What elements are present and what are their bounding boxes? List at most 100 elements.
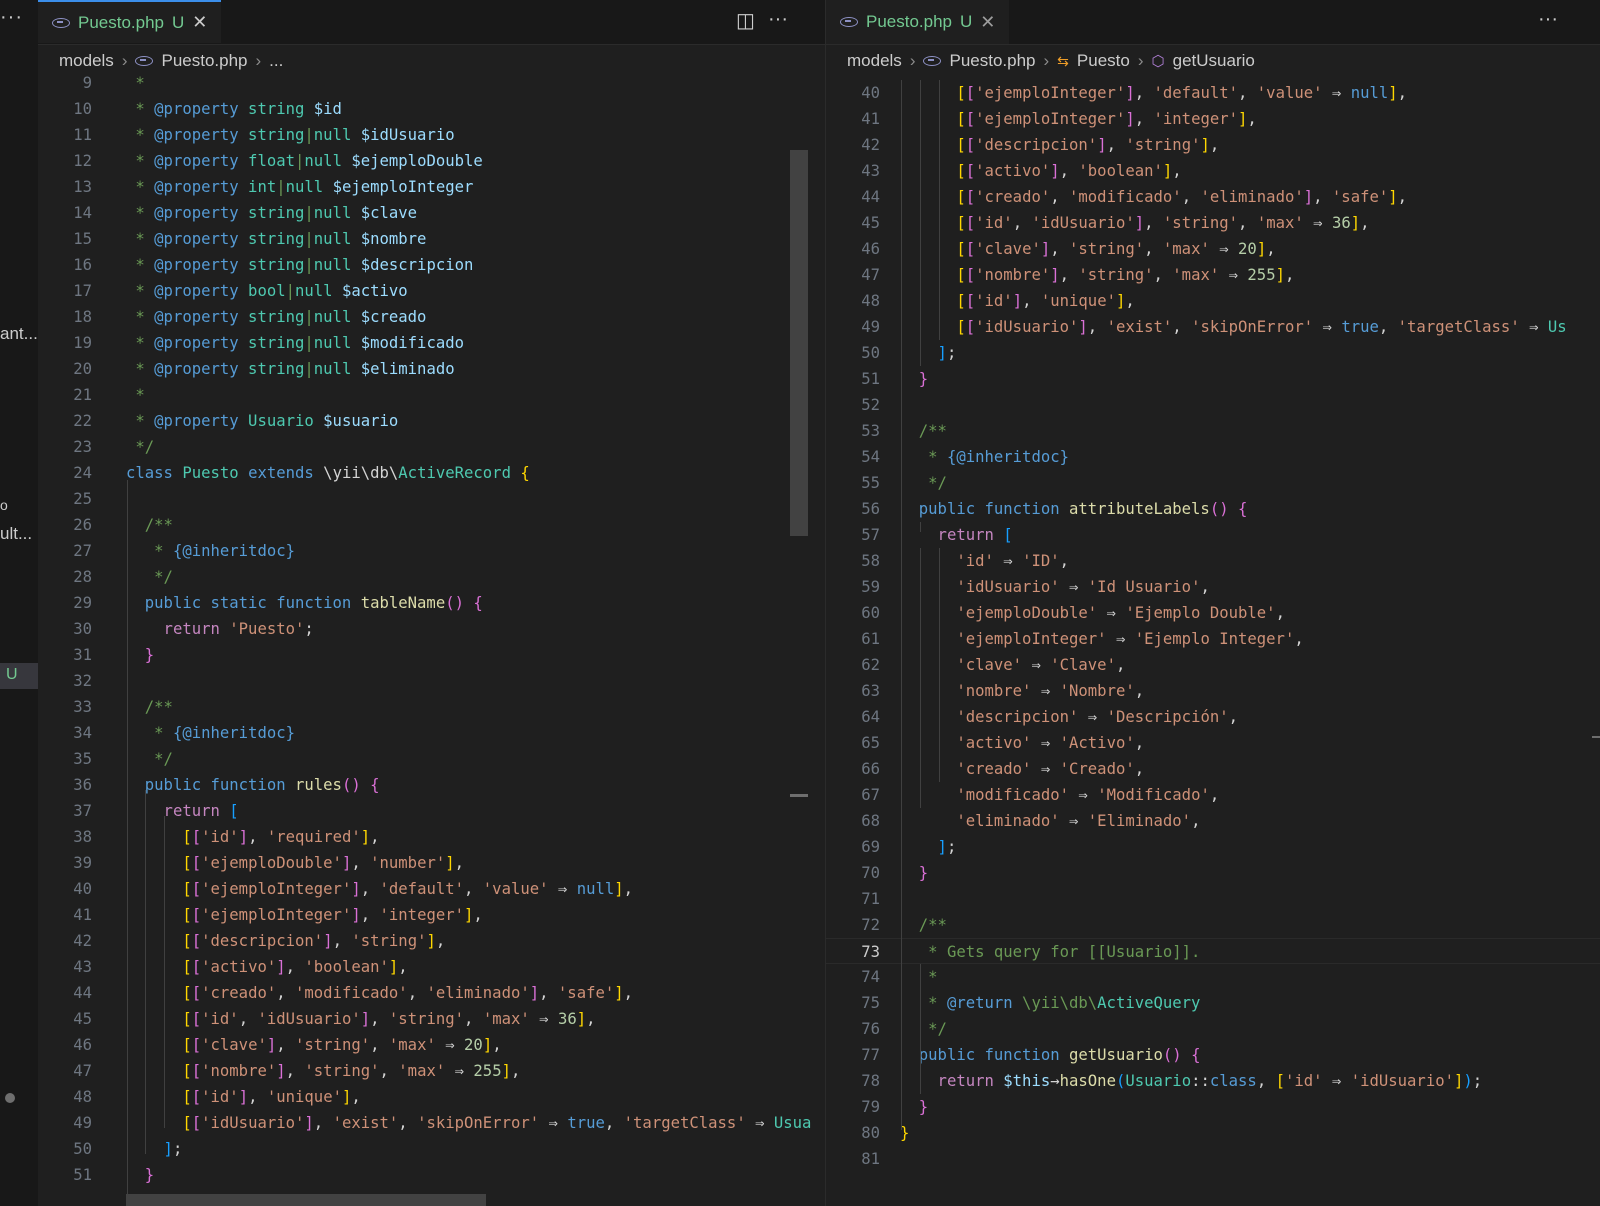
code-line[interactable]: 15 * @property string|null $nombre: [38, 226, 825, 252]
code-line[interactable]: 52: [826, 392, 1600, 418]
code-line[interactable]: 42 [['descripcion'], 'string'],: [826, 132, 1600, 158]
code-line[interactable]: 66 'creado' ⇒ 'Creado',: [826, 756, 1600, 782]
code-line[interactable]: 73 * Gets query for [[Usuario]].: [826, 938, 1600, 964]
code-line[interactable]: 59 'idUsuario' ⇒ 'Id Usuario',: [826, 574, 1600, 600]
code-line[interactable]: 49 [['idUsuario'], 'exist', 'skipOnError…: [38, 1110, 825, 1136]
code-line[interactable]: 46 [['clave'], 'string', 'max' ⇒ 20],: [826, 236, 1600, 262]
code-line[interactable]: 37 return [: [38, 798, 825, 824]
code-line[interactable]: 67 'modificado' ⇒ 'Modificado',: [826, 782, 1600, 808]
code-line[interactable]: 69 ];: [826, 834, 1600, 860]
code-line[interactable]: 74 *: [826, 964, 1600, 990]
code-line[interactable]: 50 ];: [826, 340, 1600, 366]
code-line[interactable]: 32: [38, 668, 825, 694]
code-line[interactable]: 58 'id' ⇒ 'ID',: [826, 548, 1600, 574]
code-line[interactable]: 24 class Puesto extends \yii\db\ActiveRec…: [38, 460, 825, 486]
code-area[interactable]: 40 [['ejemploInteger'], 'default', 'valu…: [826, 80, 1600, 1206]
code-line[interactable]: 55 */: [826, 470, 1600, 496]
code-line[interactable]: 31 }: [38, 642, 825, 668]
code-line[interactable]: 71: [826, 886, 1600, 912]
code-line[interactable]: 23 */: [38, 434, 825, 460]
code-line[interactable]: 22 * @property Usuario $usuario: [38, 408, 825, 434]
code-line[interactable]: 41 [['ejemploInteger'], 'integer'],: [826, 106, 1600, 132]
explorer-item-fragment[interactable]: ant...: [0, 324, 38, 344]
close-icon[interactable]: ✕: [192, 12, 207, 33]
code-line[interactable]: 42 [['descripcion'], 'string'],: [38, 928, 825, 954]
vertical-scrollbar-thumb[interactable]: [790, 150, 808, 536]
code-line[interactable]: 77 public function getUsuario() {: [826, 1042, 1600, 1068]
code-line[interactable]: 40 [['ejemploInteger'], 'default', 'valu…: [826, 80, 1600, 106]
code-line[interactable]: 13 * @property int|null $ejemploInteger: [38, 174, 825, 200]
code-line[interactable]: 41 [['ejemploInteger'], 'integer'],: [38, 902, 825, 928]
code-line[interactable]: 46 [['clave'], 'string', 'max' ⇒ 20],: [38, 1032, 825, 1058]
code-line[interactable]: 54 * {@inheritdoc}: [826, 444, 1600, 470]
code-line[interactable]: 81: [826, 1146, 1600, 1172]
code-line[interactable]: 26 /**: [38, 512, 825, 538]
code-line[interactable]: 57 return [: [826, 522, 1600, 548]
code-line[interactable]: 38 [['id'], 'required'],: [38, 824, 825, 850]
breadcrumb-file[interactable]: Puesto.php: [949, 51, 1035, 71]
code-line[interactable]: 9 *: [38, 70, 825, 96]
code-line[interactable]: 14 * @property string|null $clave: [38, 200, 825, 226]
code-line[interactable]: 76 */: [826, 1016, 1600, 1042]
code-line[interactable]: 47 [['nombre'], 'string', 'max' ⇒ 255],: [38, 1058, 825, 1084]
code-line[interactable]: 10 * @property string $id: [38, 96, 825, 122]
code-line[interactable]: 43 [['activo'], 'boolean'],: [38, 954, 825, 980]
code-line[interactable]: 80}: [826, 1120, 1600, 1146]
code-line[interactable]: 56 public function attributeLabels() {: [826, 496, 1600, 522]
code-line[interactable]: 44 [['creado', 'modificado', 'eliminado'…: [38, 980, 825, 1006]
more-actions-icon[interactable]: ···: [1538, 8, 1558, 31]
code-line[interactable]: 68 'eliminado' ⇒ 'Eliminado',: [826, 808, 1600, 834]
code-line[interactable]: 40 [['ejemploInteger'], 'default', 'valu…: [38, 876, 825, 902]
code-line[interactable]: 63 'nombre' ⇒ 'Nombre',: [826, 678, 1600, 704]
code-line[interactable]: 20 * @property string|null $eliminado: [38, 356, 825, 382]
code-line[interactable]: 21 *: [38, 382, 825, 408]
code-line[interactable]: 19 * @property string|null $modificado: [38, 330, 825, 356]
code-line[interactable]: 43 [['activo'], 'boolean'],: [826, 158, 1600, 184]
code-line[interactable]: 50 ];: [38, 1136, 825, 1162]
code-line[interactable]: 39 [['ejemploDouble'], 'number'],: [38, 850, 825, 876]
code-line[interactable]: 27 * {@inheritdoc}: [38, 538, 825, 564]
tab-puesto-php[interactable]: Puesto.php U ✕: [826, 0, 1010, 44]
code-line[interactable]: 18 * @property string|null $creado: [38, 304, 825, 330]
code-line[interactable]: 47 [['nombre'], 'string', 'max' ⇒ 255],: [826, 262, 1600, 288]
close-icon[interactable]: ✕: [980, 12, 995, 33]
code-line[interactable]: 72 /**: [826, 912, 1600, 938]
code-line[interactable]: 28 */: [38, 564, 825, 590]
code-line[interactable]: 16 * @property string|null $descripcion: [38, 252, 825, 278]
code-line[interactable]: 75 * @return \yii\db\ActiveQuery: [826, 990, 1600, 1016]
breadcrumb-class[interactable]: Puesto: [1077, 51, 1130, 71]
code-line[interactable]: 45 [['id', 'idUsuario'], 'string', 'max'…: [38, 1006, 825, 1032]
horizontal-scrollbar-thumb[interactable]: [126, 1194, 486, 1206]
explorer-item-fragment[interactable]: ult...: [0, 524, 32, 544]
code-line[interactable]: 49 [['idUsuario'], 'exist', 'skipOnError…: [826, 314, 1600, 340]
more-actions-icon[interactable]: ···: [0, 6, 23, 29]
code-line[interactable]: 45 [['id', 'idUsuario'], 'string', 'max'…: [826, 210, 1600, 236]
code-line[interactable]: 64 'descripcion' ⇒ 'Descripción',: [826, 704, 1600, 730]
code-line[interactable]: 34 * {@inheritdoc}: [38, 720, 825, 746]
code-line[interactable]: 48 [['id'], 'unique'],: [826, 288, 1600, 314]
code-line[interactable]: 30 return 'Puesto';: [38, 616, 825, 642]
code-line[interactable]: 11 * @property string|null $idUsuario: [38, 122, 825, 148]
code-line[interactable]: 65 'activo' ⇒ 'Activo',: [826, 730, 1600, 756]
code-line[interactable]: 36 public function rules() {: [38, 772, 825, 798]
code-area[interactable]: 9 * 10 * @property string $id 11 * @proper…: [38, 74, 825, 1206]
split-editor-icon[interactable]: ◫: [736, 8, 755, 33]
code-line[interactable]: 12 * @property float|null $ejemploDouble: [38, 148, 825, 174]
breadcrumb-file[interactable]: Puesto.php: [161, 51, 247, 71]
code-line[interactable]: 51 }: [38, 1162, 825, 1188]
code-line[interactable]: 62 'clave' ⇒ 'Clave',: [826, 652, 1600, 678]
breadcrumb-folder[interactable]: models: [847, 51, 902, 71]
breadcrumb-more[interactable]: ...: [269, 51, 283, 71]
code-line[interactable]: 48 [['id'], 'unique'],: [38, 1084, 825, 1110]
code-line[interactable]: 53 /**: [826, 418, 1600, 444]
code-line[interactable]: 44 [['creado', 'modificado', 'eliminado'…: [826, 184, 1600, 210]
breadcrumb-method[interactable]: getUsuario: [1173, 51, 1255, 71]
code-line[interactable]: 60 'ejemploDouble' ⇒ 'Ejemplo Double',: [826, 600, 1600, 626]
code-line[interactable]: 78 return $this→hasOne(Usuario::class, […: [826, 1068, 1600, 1094]
explorer-item-fragment[interactable]: o: [0, 497, 8, 513]
code-line[interactable]: 70 }: [826, 860, 1600, 886]
breadcrumb-folder[interactable]: models: [59, 51, 114, 71]
code-line[interactable]: 79 }: [826, 1094, 1600, 1120]
code-line[interactable]: 61 'ejemploInteger' ⇒ 'Ejemplo Integer',: [826, 626, 1600, 652]
code-line[interactable]: 17 * @property bool|null $activo: [38, 278, 825, 304]
